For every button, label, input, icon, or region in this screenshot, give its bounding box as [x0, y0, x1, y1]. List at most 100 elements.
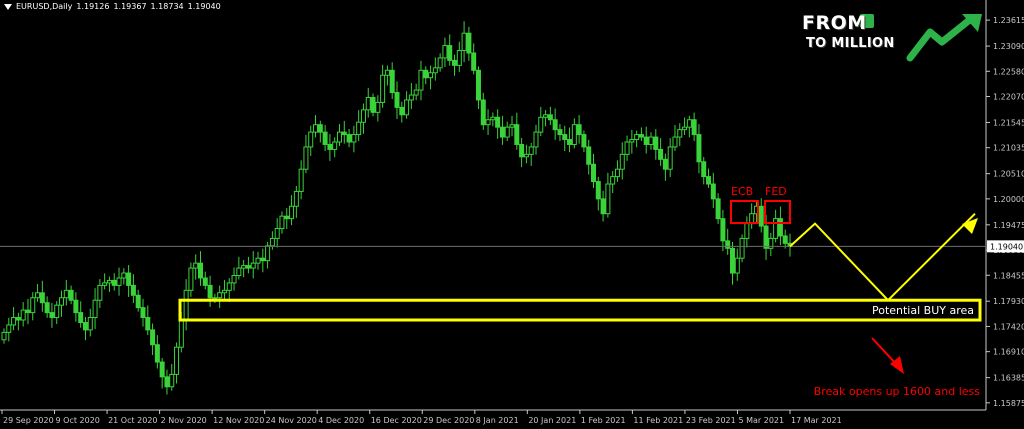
candle-body	[365, 96, 371, 111]
candle-body	[499, 126, 505, 138]
y-tick-label: 1.21545	[993, 118, 1024, 127]
candle-body	[413, 89, 419, 96]
candle-body	[236, 267, 242, 277]
candle-body	[370, 96, 376, 113]
x-tick-label: 8 Jan 2021	[476, 416, 519, 425]
candle-body	[475, 69, 481, 101]
candle-body	[341, 131, 347, 136]
candle-body	[557, 129, 563, 136]
candle-body	[452, 59, 458, 66]
candle-body	[44, 302, 50, 314]
logo-line-1: FROM	[802, 12, 867, 34]
candle-body	[116, 277, 122, 286]
candle-body	[677, 129, 683, 138]
candle-body	[638, 134, 644, 138]
candle-body	[523, 153, 529, 158]
buy-area-label: Potential BUY area	[872, 304, 974, 317]
candle-body	[504, 126, 510, 138]
symbol-name: EURUSD,Daily	[16, 2, 73, 11]
x-tick-label: 24 Nov 2020	[266, 416, 317, 425]
candle-body	[672, 136, 678, 148]
candle-body	[509, 124, 515, 128]
y-tick-label: 1.23615	[993, 16, 1024, 25]
candle-body	[1, 331, 7, 341]
candle-body	[121, 272, 127, 279]
logo-line-2: TO MILLION	[806, 36, 895, 51]
candle-body	[658, 148, 664, 160]
candle-body	[581, 134, 587, 148]
brand-logo: FROM TO MILLION	[802, 12, 984, 62]
candle-body	[600, 198, 606, 215]
candle-body	[423, 69, 429, 79]
candle-body	[744, 223, 750, 239]
candle-body	[682, 126, 688, 131]
candle-body	[408, 94, 414, 101]
candle-body	[241, 265, 247, 269]
y-tick-label: 1.23090	[993, 42, 1024, 51]
candle-body	[111, 279, 117, 286]
y-tick-label: 1.17420	[993, 322, 1024, 331]
candle-body	[351, 134, 357, 143]
candle-body	[174, 346, 180, 375]
low-value: 1.18734	[150, 2, 184, 11]
fed-label: FED	[765, 185, 787, 198]
candle-body	[126, 272, 132, 286]
price-chart[interactable]: 1.23615 1.23090 1.22580 1.22070 1.21545 1.210…	[0, 0, 1024, 429]
candle-body	[567, 139, 573, 145]
candle-body	[696, 134, 702, 163]
candle-body	[255, 257, 261, 264]
candle-body	[15, 317, 21, 321]
candle-body	[265, 245, 271, 262]
candle-body	[332, 141, 338, 150]
candle-body	[231, 275, 237, 284]
y-tick-label: 1.22580	[993, 67, 1024, 76]
candle-body	[269, 237, 275, 247]
candle-body	[164, 376, 170, 388]
candle-body	[78, 312, 84, 323]
candle-body	[782, 235, 788, 244]
candle-body	[389, 69, 395, 94]
candle-body	[49, 312, 55, 319]
candle-body	[610, 176, 616, 185]
x-tick-label: 17 Mar 2021	[791, 416, 842, 425]
candle-body	[375, 101, 381, 113]
candle-body	[87, 317, 93, 331]
candle-body	[773, 218, 779, 239]
candle-body	[346, 134, 352, 143]
candle-body	[720, 218, 726, 242]
candle-body	[547, 114, 553, 121]
y-tick-label: 1.22070	[993, 93, 1024, 102]
candle-body	[710, 183, 716, 200]
symbol-info: EURUSD,Daily 1.19126 1.19367 1.18734 1.19040	[4, 2, 225, 11]
candle-body	[226, 282, 232, 291]
candle-body	[480, 99, 486, 126]
candle-body	[586, 146, 592, 165]
candle-body	[39, 292, 45, 304]
candle-body	[336, 131, 342, 143]
candle-body	[59, 297, 65, 306]
candle-body	[576, 124, 582, 136]
chart-axes: 1.23615 1.23090 1.22580 1.22070 1.21545 1.210…	[0, 0, 1024, 425]
x-tick-label: 12 Nov 2020	[213, 416, 264, 425]
candle-body	[279, 215, 285, 230]
candle-body	[399, 106, 405, 116]
candle-body	[701, 161, 707, 178]
candle-body	[221, 289, 227, 294]
candle-body	[706, 176, 712, 185]
candle-body	[260, 257, 266, 262]
symbol-menu-icon[interactable]	[4, 3, 12, 10]
candle-body	[135, 294, 141, 309]
candle-body	[82, 321, 88, 331]
candle-body	[552, 119, 558, 131]
candle-body	[595, 181, 601, 200]
candle-body	[313, 124, 319, 133]
y-tick-label: 1.16910	[993, 348, 1024, 357]
projection-arrowhead	[962, 218, 978, 234]
candle-body	[250, 262, 256, 269]
candle-body	[150, 329, 156, 346]
candle-body	[245, 265, 251, 269]
candle-body	[68, 289, 74, 301]
y-tick-label: 1.21035	[993, 144, 1024, 153]
break-label: Break opens up 1600 and less	[814, 385, 981, 398]
candle-body	[763, 225, 769, 249]
